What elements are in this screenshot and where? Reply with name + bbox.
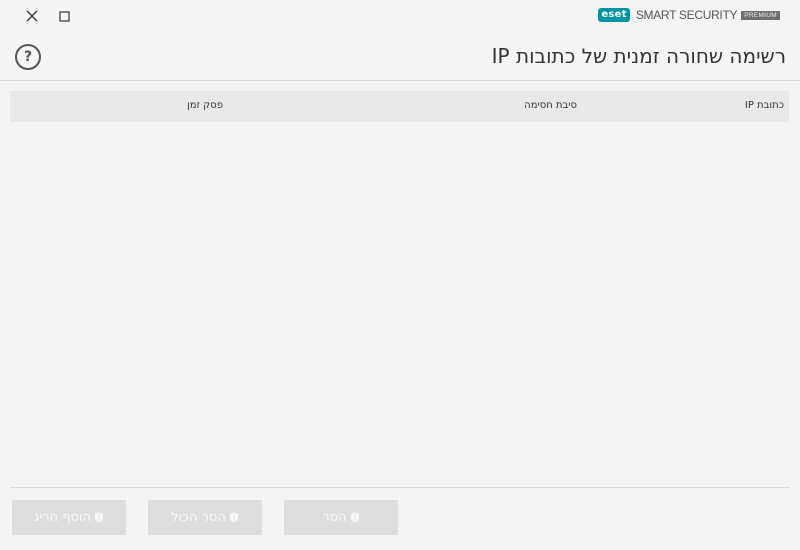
remove-all-button[interactable]: הסר הכול bbox=[148, 500, 262, 535]
question-icon: ? bbox=[23, 49, 33, 65]
add-exception-button-label: הוסף חריג bbox=[34, 510, 92, 525]
maximize-button[interactable] bbox=[53, 6, 75, 26]
remove-button-label: הסר bbox=[322, 510, 347, 525]
shield-icon bbox=[94, 512, 104, 523]
column-header-block-reason[interactable]: סיבת חסימה bbox=[524, 100, 577, 111]
column-header-timeout[interactable]: פסק זמן bbox=[187, 100, 223, 111]
brand: eset SMART SECURITY PREMIUM bbox=[598, 8, 780, 22]
shield-icon bbox=[350, 512, 359, 523]
title-bar: eset SMART SECURITY PREMIUM bbox=[0, 0, 800, 32]
shield-icon bbox=[229, 512, 239, 523]
edition-badge: PREMIUM bbox=[741, 10, 780, 20]
close-icon bbox=[26, 10, 38, 22]
remove-button[interactable]: הסר bbox=[284, 500, 398, 535]
product-name: SMART SECURITY bbox=[635, 8, 738, 22]
page-title: רשימה שחורה זמנית של כתובות IP bbox=[491, 44, 786, 68]
maximize-icon bbox=[58, 10, 70, 22]
column-header-ip-address[interactable]: כתובת IP bbox=[745, 100, 784, 111]
close-button[interactable] bbox=[21, 6, 43, 26]
header-divider bbox=[0, 80, 800, 81]
table-header: כתובת IP סיבת חסימה פסק זמן bbox=[10, 91, 789, 122]
help-button[interactable]: ? bbox=[15, 44, 41, 70]
eset-logo: eset bbox=[598, 8, 630, 22]
footer-divider bbox=[10, 487, 790, 488]
ip-blacklist-table[interactable]: כתובת IP סיבת חסימה פסק זמן bbox=[10, 91, 789, 122]
add-exception-button[interactable]: הוסף חריג bbox=[12, 500, 126, 535]
remove-all-button-label: הסר הכול bbox=[171, 510, 226, 525]
